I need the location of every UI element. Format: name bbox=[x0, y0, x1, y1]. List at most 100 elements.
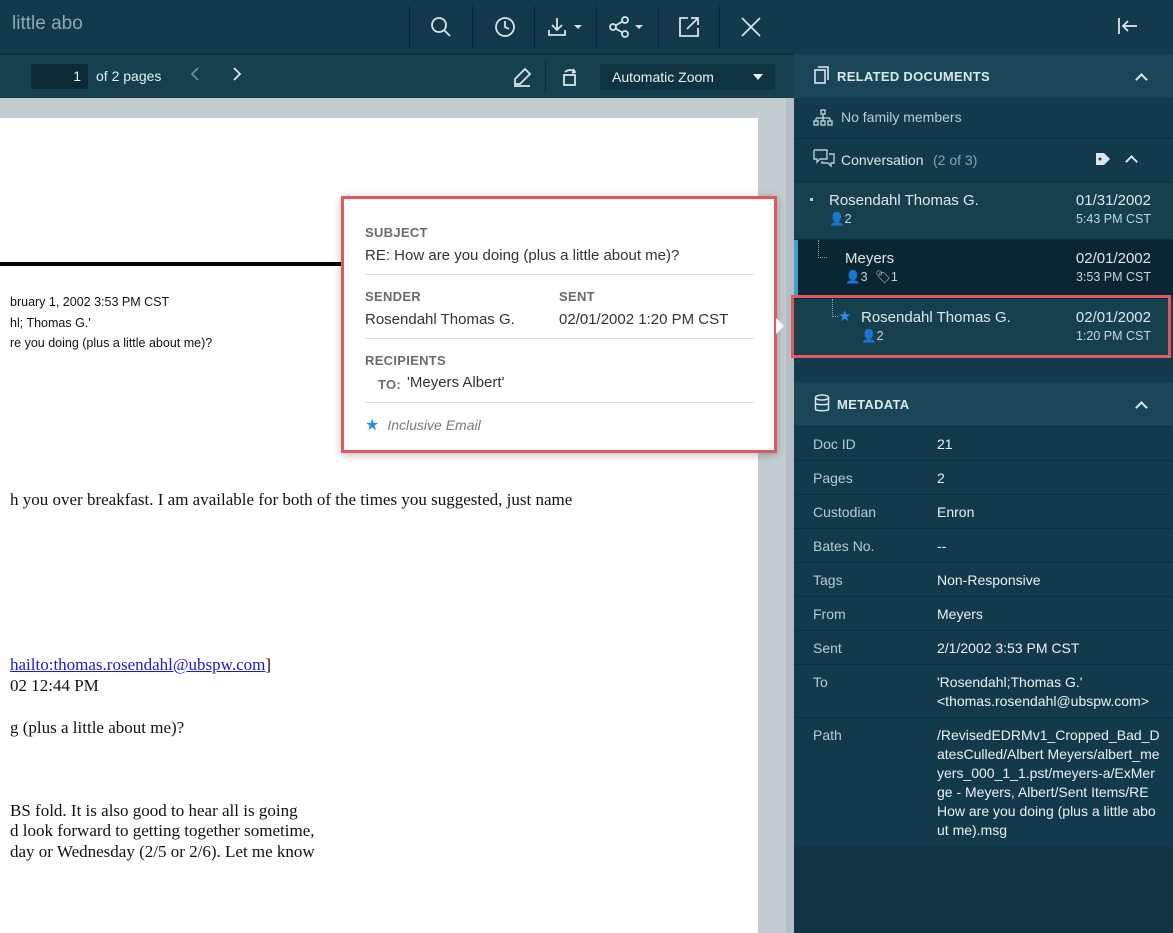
download-icon[interactable] bbox=[545, 12, 585, 42]
toolbar-divider bbox=[719, 6, 720, 48]
conversation-count: (2 of 3) bbox=[933, 152, 978, 168]
chevron-up-icon[interactable] bbox=[1135, 401, 1148, 414]
highlighter-icon[interactable] bbox=[510, 62, 534, 92]
next-page-button[interactable] bbox=[232, 66, 242, 86]
collapse-panel-icon[interactable] bbox=[1117, 16, 1139, 41]
metadata-row: To 'Rosendahl;Thomas G.' <thomas.rosenda… bbox=[794, 664, 1173, 717]
email-header-sent: bruary 1, 2002 3:53 PM CST bbox=[10, 295, 170, 309]
sender-value: Rosendahl Thomas G. bbox=[365, 311, 515, 328]
conversation-item[interactable]: Rosendahl Thomas G. 01/31/2002 👤2 5:43 P… bbox=[794, 181, 1173, 239]
close-icon[interactable] bbox=[736, 12, 766, 42]
search-icon[interactable] bbox=[426, 12, 456, 42]
database-icon bbox=[814, 394, 830, 418]
panel-top-bar bbox=[794, 0, 1173, 54]
metadata-label: Path bbox=[813, 727, 842, 743]
email-date-line: 02 12:44 PM bbox=[10, 676, 99, 695]
metadata-label: Doc ID bbox=[813, 436, 856, 452]
email-para-line: d look forward to getting together somet… bbox=[10, 821, 315, 840]
conversation-item-date: 02/01/2002 bbox=[1075, 250, 1151, 267]
related-documents-title: RELATED DOCUMENTS bbox=[837, 69, 990, 84]
document-icon bbox=[814, 66, 830, 89]
conversation-item[interactable]: Meyers 02/01/2002 👤3 🏷1 3:53 PM CST bbox=[794, 239, 1173, 298]
email-details-popup: SUBJECT RE: How are you doing (plus a li… bbox=[341, 196, 777, 453]
metadata-row: Path /RevisedEDRMv1_Cropped_Bad_DatesCul… bbox=[794, 717, 1173, 847]
thread-line bbox=[818, 257, 827, 258]
conversation-header[interactable]: Conversation (2 of 3) bbox=[794, 138, 1173, 181]
people-count: 👤2 bbox=[829, 212, 852, 226]
star-icon: ★ bbox=[365, 417, 380, 434]
related-documents-header[interactable]: RELATED DOCUMENTS bbox=[794, 54, 1173, 98]
metadata-label: From bbox=[813, 606, 846, 622]
zoom-select[interactable]: Automatic Zoom bbox=[600, 64, 775, 90]
toolbar-divider bbox=[545, 61, 546, 93]
to-label: TO: bbox=[378, 377, 402, 392]
popup-pointer bbox=[776, 318, 784, 334]
panel-footer-space bbox=[794, 847, 1173, 933]
toolbar-divider bbox=[409, 6, 410, 48]
popup-divider bbox=[365, 402, 754, 403]
metadata-value: 21 bbox=[937, 436, 953, 452]
email-subject-line: g (plus a little about me)? bbox=[10, 718, 185, 737]
metadata-header[interactable]: METADATA bbox=[794, 382, 1173, 426]
popup-divider bbox=[365, 274, 754, 275]
chevron-right-icon bbox=[233, 67, 242, 81]
conversation-label: Conversation bbox=[841, 152, 924, 168]
page-navigation-bar: 1 of 2 pages Automatic Zoom bbox=[0, 54, 794, 98]
metadata-value: 2 bbox=[937, 470, 945, 486]
viewer-window: little abo 1 of 2 pages Automatic Zoom b… bbox=[0, 0, 1173, 933]
metadata-label: Bates No. bbox=[813, 538, 875, 554]
metadata-value: Enron bbox=[937, 504, 975, 520]
sent-label: SENT bbox=[559, 289, 595, 304]
tag-icon: 🏷 bbox=[875, 270, 891, 284]
inclusive-email-indicator: ★ Inclusive Email bbox=[365, 415, 481, 435]
metadata-value: /RevisedEDRMv1_Cropped_Bad_DatesCulled/A… bbox=[937, 727, 1160, 838]
mailto-link[interactable]: hailto:thomas.rosendahl@ubspw.com bbox=[10, 655, 265, 674]
chevron-left-icon bbox=[190, 67, 199, 81]
tag-icon[interactable] bbox=[1095, 152, 1111, 171]
metadata-value: 2/1/2002 3:53 PM CST bbox=[937, 640, 1080, 656]
chevron-up-icon[interactable] bbox=[1125, 155, 1138, 168]
page-number-input[interactable]: 1 bbox=[31, 64, 88, 89]
zoom-value: Automatic Zoom bbox=[612, 69, 714, 85]
family-row: No family members bbox=[794, 98, 1173, 138]
chevron-up-icon[interactable] bbox=[1135, 73, 1148, 86]
document-title: little abo bbox=[12, 13, 83, 34]
hierarchy-icon bbox=[813, 109, 833, 132]
chevron-down-icon bbox=[753, 74, 763, 80]
header-rule bbox=[0, 262, 345, 266]
mailto-suffix: ] bbox=[265, 655, 272, 674]
tag-count: 🏷1 bbox=[875, 270, 898, 284]
metadata-label: To bbox=[813, 674, 828, 690]
email-header-subject: re you doing (plus a little about me)? bbox=[10, 336, 213, 350]
rotate-icon[interactable] bbox=[558, 62, 582, 92]
thread-dot bbox=[810, 198, 813, 201]
conversation-item-time: 3:53 PM CST bbox=[1075, 270, 1151, 284]
sent-value: 02/01/2002 1:20 PM CST bbox=[559, 311, 729, 328]
subject-value: RE: How are you doing (plus a little abo… bbox=[365, 247, 680, 264]
toolbar-divider bbox=[472, 6, 473, 48]
metadata-label: Custodian bbox=[813, 504, 877, 520]
metadata-value: Meyers bbox=[937, 606, 983, 622]
history-icon[interactable] bbox=[490, 12, 520, 42]
email-para-line: day or Wednesday (2/5 or 2/6). Let me kn… bbox=[10, 842, 315, 861]
previous-page-button[interactable] bbox=[190, 66, 200, 86]
metadata-row: Bates No. -- bbox=[794, 528, 1173, 562]
page-count: of 2 pages bbox=[96, 68, 162, 84]
metadata-row: Custodian Enron bbox=[794, 494, 1173, 528]
share-icon[interactable] bbox=[608, 12, 648, 42]
metadata-value: -- bbox=[937, 538, 947, 554]
viewport-scrollbar[interactable] bbox=[786, 98, 794, 933]
metadata-row: Doc ID 21 bbox=[794, 426, 1173, 460]
viewer-toolbar: little abo bbox=[0, 0, 794, 54]
inclusive-email-label: Inclusive Email bbox=[387, 417, 481, 433]
people-count: 👤3 bbox=[845, 270, 868, 284]
metadata-label: Pages bbox=[813, 470, 853, 486]
popout-icon[interactable] bbox=[674, 12, 704, 42]
person-icon: 👤 bbox=[829, 212, 845, 226]
metadata-label: Sent bbox=[813, 640, 842, 656]
email-mailto-line: hailto:thomas.rosendahl@ubspw.com] bbox=[10, 655, 271, 675]
metadata-row: From Meyers bbox=[794, 596, 1173, 630]
metadata-label: Tags bbox=[813, 572, 843, 588]
conversation-item-time: 5:43 PM CST bbox=[1075, 212, 1151, 226]
metadata-row: Pages 2 bbox=[794, 460, 1173, 494]
